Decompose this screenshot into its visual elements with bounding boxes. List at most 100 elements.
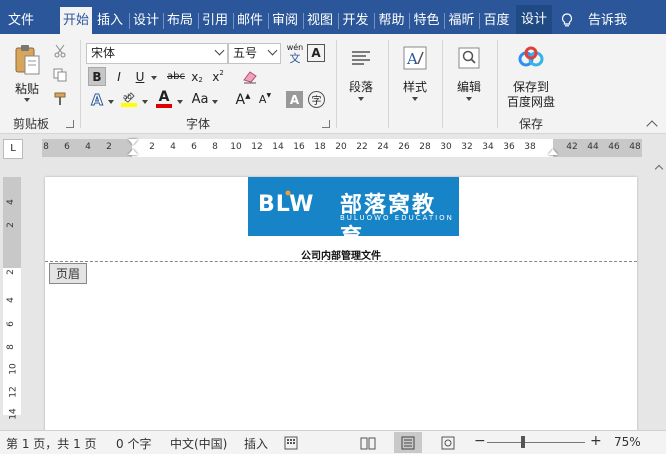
copy-icon <box>53 68 67 82</box>
vertical-scrollbar[interactable] <box>652 159 666 430</box>
phonetic-bottom: 文 <box>289 51 301 65</box>
tab-references[interactable]: 引用 <box>199 7 231 34</box>
change-case-button[interactable]: Aa <box>189 90 211 109</box>
paste-dropdown-icon[interactable] <box>24 98 30 102</box>
collapse-ribbon-icon[interactable] <box>646 120 658 132</box>
macro-record-icon[interactable] <box>284 436 298 450</box>
paragraph-dropdown-icon[interactable] <box>358 97 364 101</box>
styles-dropdown-icon[interactable] <box>412 97 418 101</box>
editing-dropdown-icon[interactable] <box>466 97 472 101</box>
enclose-characters-button[interactable]: 字 <box>308 91 325 108</box>
text-effects-dropdown-icon[interactable] <box>108 100 114 104</box>
tab-review[interactable]: 审阅 <box>269 7 301 34</box>
clipboard-launcher-icon[interactable] <box>66 120 74 128</box>
grow-font-glyph: A <box>235 91 246 108</box>
font-color-dropdown-icon[interactable] <box>177 100 183 104</box>
shrink-font-button[interactable]: A ▼ <box>256 90 274 109</box>
styles-label: 样式 <box>402 80 427 94</box>
underline-dropdown-icon[interactable] <box>151 76 157 80</box>
horizontal-ruler[interactable]: 8 6 4 2 2 4 6 8 10 12 14 16 18 20 22 24 26 28 30 32 34 36 38 42… <box>42 139 642 157</box>
ruler-tick-label: 28 <box>419 142 431 152</box>
tab-help[interactable]: 帮助 <box>375 7 408 34</box>
status-bar: 第 1 页，共 1 页 0 个字 中文(中国) 插入 − + 75% <box>0 430 666 454</box>
ruler-tick-label: 12 <box>8 386 19 398</box>
paste-button[interactable] <box>8 40 46 80</box>
read-mode-button[interactable] <box>354 432 382 453</box>
print-layout-button[interactable] <box>394 432 422 453</box>
ruler-tick-label: 2 <box>106 142 112 152</box>
tab-selector-button[interactable]: L <box>3 139 23 159</box>
eraser-icon <box>243 70 257 83</box>
highlight-button[interactable]: ab <box>119 89 139 109</box>
tab-baidu[interactable]: 百度 <box>480 7 513 34</box>
tab-feature[interactable]: 特色 <box>410 7 443 34</box>
cut-button[interactable] <box>51 42 69 60</box>
tab-design[interactable]: 设计 <box>130 7 162 34</box>
clear-formatting-button[interactable] <box>240 67 260 86</box>
ruler-tick-label: 16 <box>293 142 305 152</box>
phonetic-guide-button[interactable]: wén 文 <box>285 42 305 66</box>
baidu-netdisk-button[interactable] <box>515 42 547 74</box>
format-painter-button[interactable] <box>51 90 69 108</box>
save-group-label: 保存 <box>518 117 543 131</box>
right-indent-marker[interactable] <box>548 149 558 155</box>
zoom-slider-thumb[interactable] <box>521 436 525 448</box>
tell-me-search[interactable]: 告诉我 <box>588 7 627 34</box>
subscript-button[interactable]: x2 <box>189 67 205 86</box>
bold-button[interactable]: B <box>88 67 106 86</box>
tab-view[interactable]: 视图 <box>304 7 336 34</box>
text-effects-button[interactable]: A <box>88 90 106 110</box>
zoom-in-button[interactable]: + <box>590 433 602 449</box>
tab-mailings[interactable]: 邮件 <box>234 7 266 34</box>
language-status[interactable]: 中文(中国) <box>170 435 227 452</box>
vertical-ruler[interactable]: 4 2 2 4 6 8 10 12 14 <box>3 177 21 420</box>
paragraph-label: 段落 <box>348 80 373 94</box>
ruler-tick-label: 2 <box>5 269 16 275</box>
tab-developer[interactable]: 开发 <box>339 7 372 34</box>
zoom-out-button[interactable]: − <box>474 433 486 449</box>
font-color-button[interactable]: A <box>154 89 174 109</box>
tab-insert[interactable]: 插入 <box>94 7 126 34</box>
superscript-button[interactable]: x2 <box>210 67 226 86</box>
editing-button[interactable] <box>453 42 485 74</box>
underline-button[interactable]: U <box>132 67 148 86</box>
first-line-indent-marker[interactable] <box>128 139 138 145</box>
highlight-dropdown-icon[interactable] <box>142 100 148 104</box>
zoom-slider-track[interactable] <box>487 442 585 443</box>
clipboard-group-label: 剪贴板 <box>12 117 49 131</box>
header-title-text[interactable]: 公司内部管理文件 <box>45 247 637 262</box>
styles-button[interactable]: A <box>399 42 431 74</box>
ribbon-home-panel: 粘贴 剪贴板 宋体 五号 wén 文 A B I U abc x2 x2 A a… <box>0 34 666 134</box>
change-case-dropdown-icon[interactable] <box>212 100 218 104</box>
ruler-tick-label: 46 <box>608 142 620 152</box>
web-layout-button[interactable] <box>434 432 462 453</box>
font-size-combo[interactable]: 五号 <box>228 43 281 64</box>
grow-font-button[interactable]: A ▲ <box>234 90 252 109</box>
font-name-combo[interactable]: 宋体 <box>86 43 228 64</box>
strikethrough-button[interactable]: abc <box>165 67 187 86</box>
zoom-level[interactable]: 75% <box>614 435 641 449</box>
document-page[interactable]: BLW 部落窝教育 BULUOWO EDUCATION 公司内部管理文件 页眉 <box>45 177 637 430</box>
tab-foxit[interactable]: 福昕 <box>445 7 478 34</box>
page-count-status[interactable]: 第 1 页，共 1 页 <box>6 435 97 452</box>
font-launcher-icon[interactable] <box>322 120 330 128</box>
page-layout-icon <box>401 436 415 449</box>
paragraph-button[interactable] <box>345 42 377 74</box>
character-shading-button[interactable]: A <box>286 91 303 108</box>
hanging-indent-marker[interactable] <box>128 149 138 155</box>
highlight-color-bar <box>121 103 137 107</box>
tab-home[interactable]: 开始 <box>60 7 92 34</box>
scissors-icon <box>54 44 66 58</box>
word-count-status[interactable]: 0 个字 <box>116 435 151 452</box>
tab-file[interactable]: 文件 <box>0 7 42 34</box>
header-logo-image[interactable]: BLW 部落窝教育 BULUOWO EDUCATION <box>248 177 459 250</box>
character-border-button[interactable]: A <box>307 44 325 62</box>
italic-button[interactable]: I <box>110 67 128 86</box>
copy-button[interactable] <box>51 66 69 84</box>
tab-header-design[interactable]: 设计 <box>516 5 552 34</box>
tab-layout[interactable]: 布局 <box>164 7 196 34</box>
shrink-font-glyph: A <box>258 93 267 106</box>
superscript-glyph: x <box>212 69 220 84</box>
insert-mode-status[interactable]: 插入 <box>244 435 268 452</box>
ruler-tick-label: 12 <box>251 142 263 152</box>
